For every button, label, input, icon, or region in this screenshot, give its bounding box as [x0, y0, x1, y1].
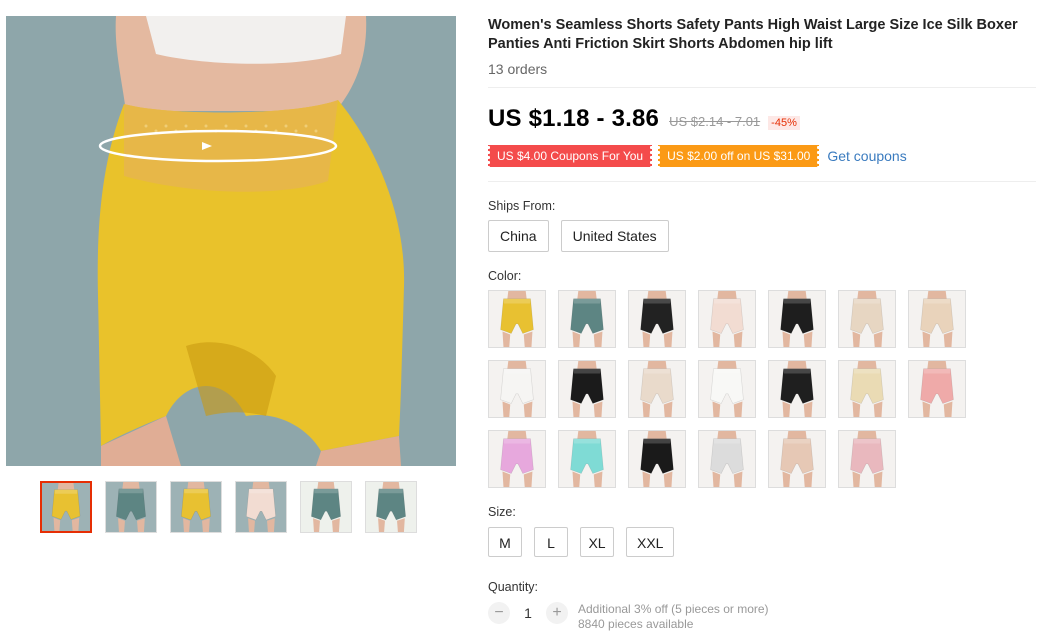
color-swatch-9[interactable] — [558, 360, 616, 418]
thumbnail-5[interactable] — [300, 481, 352, 533]
size-xl[interactable]: XL — [580, 527, 614, 557]
discount-badge: -45% — [768, 116, 800, 130]
color-swatch-18[interactable] — [698, 430, 756, 488]
main-product-image[interactable] — [6, 16, 456, 466]
size-l[interactable]: L — [534, 527, 568, 557]
order-coupon[interactable]: US $2.00 off on US $31.00 — [657, 145, 821, 167]
color-swatch-13[interactable] — [838, 360, 896, 418]
quantity-stepper: − 1 + Additional 3% off (5 pieces or mor… — [488, 602, 1036, 632]
get-coupons-link[interactable]: Get coupons — [827, 148, 906, 164]
product-photo — [6, 16, 456, 466]
thumbnail-strip — [40, 481, 430, 533]
thumbnail-2[interactable] — [105, 481, 157, 533]
divider — [488, 181, 1036, 182]
store-coupon[interactable]: US $4.00 Coupons For You — [486, 145, 654, 167]
thumbnail-1[interactable] — [40, 481, 92, 533]
stock-available: 8840 pieces available — [578, 617, 694, 631]
color-swatch-20[interactable] — [838, 430, 896, 488]
original-price: US $2.14 - 7.01 — [669, 114, 761, 129]
quantity-label: Quantity: — [488, 580, 539, 594]
coupon-row: US $4.00 Coupons For You US $2.00 off on… — [486, 145, 1036, 167]
color-swatch-16[interactable] — [558, 430, 616, 488]
color-swatch-6[interactable] — [838, 290, 896, 348]
color-swatch-14[interactable] — [908, 360, 966, 418]
quantity-input[interactable]: 1 — [510, 602, 546, 624]
color-swatch-2[interactable] — [558, 290, 616, 348]
color-swatch-12[interactable] — [768, 360, 826, 418]
bulk-discount-note: Additional 3% off (5 pieces or more) — [578, 602, 769, 616]
size-options: M L XL XXL — [488, 527, 1036, 557]
plus-icon[interactable]: + — [546, 602, 568, 624]
color-label: Color: — [488, 269, 522, 283]
color-swatch-8[interactable] — [488, 360, 546, 418]
ships-from-label: Ships From: — [488, 199, 556, 213]
minus-icon[interactable]: − — [488, 602, 510, 624]
color-swatch-4[interactable] — [698, 290, 756, 348]
size-xxl[interactable]: XXL — [626, 527, 675, 557]
color-swatch-10[interactable] — [628, 360, 686, 418]
color-swatch-17[interactable] — [628, 430, 686, 488]
thumbnail-6[interactable] — [365, 481, 417, 533]
color-swatch-7[interactable] — [908, 290, 966, 348]
product-info-panel: Women's Seamless Shorts Safety Pants Hig… — [486, 16, 1036, 632]
color-swatch-1[interactable] — [488, 290, 546, 348]
orders-count: 13 orders — [488, 61, 548, 77]
current-price: US $1.18 - 3.86 — [488, 105, 660, 132]
divider — [488, 87, 1036, 88]
ships-from-united-states[interactable]: United States — [560, 220, 669, 252]
ships-from-china[interactable]: China — [488, 220, 549, 252]
product-title: Women's Seamless Shorts Safety Pants Hig… — [488, 17, 1018, 52]
color-swatch-15[interactable] — [488, 430, 546, 488]
size-label: Size: — [488, 505, 516, 519]
color-swatch-19[interactable] — [768, 430, 826, 488]
ships-from-options: China United States — [488, 220, 1036, 252]
thumbnail-4[interactable] — [235, 481, 287, 533]
color-swatch-11[interactable] — [698, 360, 756, 418]
thumbnail-3[interactable] — [170, 481, 222, 533]
price-row: US $1.18 - 3.86 US $2.14 - 7.01 -45% — [488, 105, 1036, 133]
color-swatch-grid — [488, 290, 1036, 488]
color-swatch-5[interactable] — [768, 290, 826, 348]
size-m[interactable]: M — [488, 527, 522, 557]
color-swatch-3[interactable] — [628, 290, 686, 348]
quantity-info: Additional 3% off (5 pieces or more) 884… — [578, 602, 769, 632]
